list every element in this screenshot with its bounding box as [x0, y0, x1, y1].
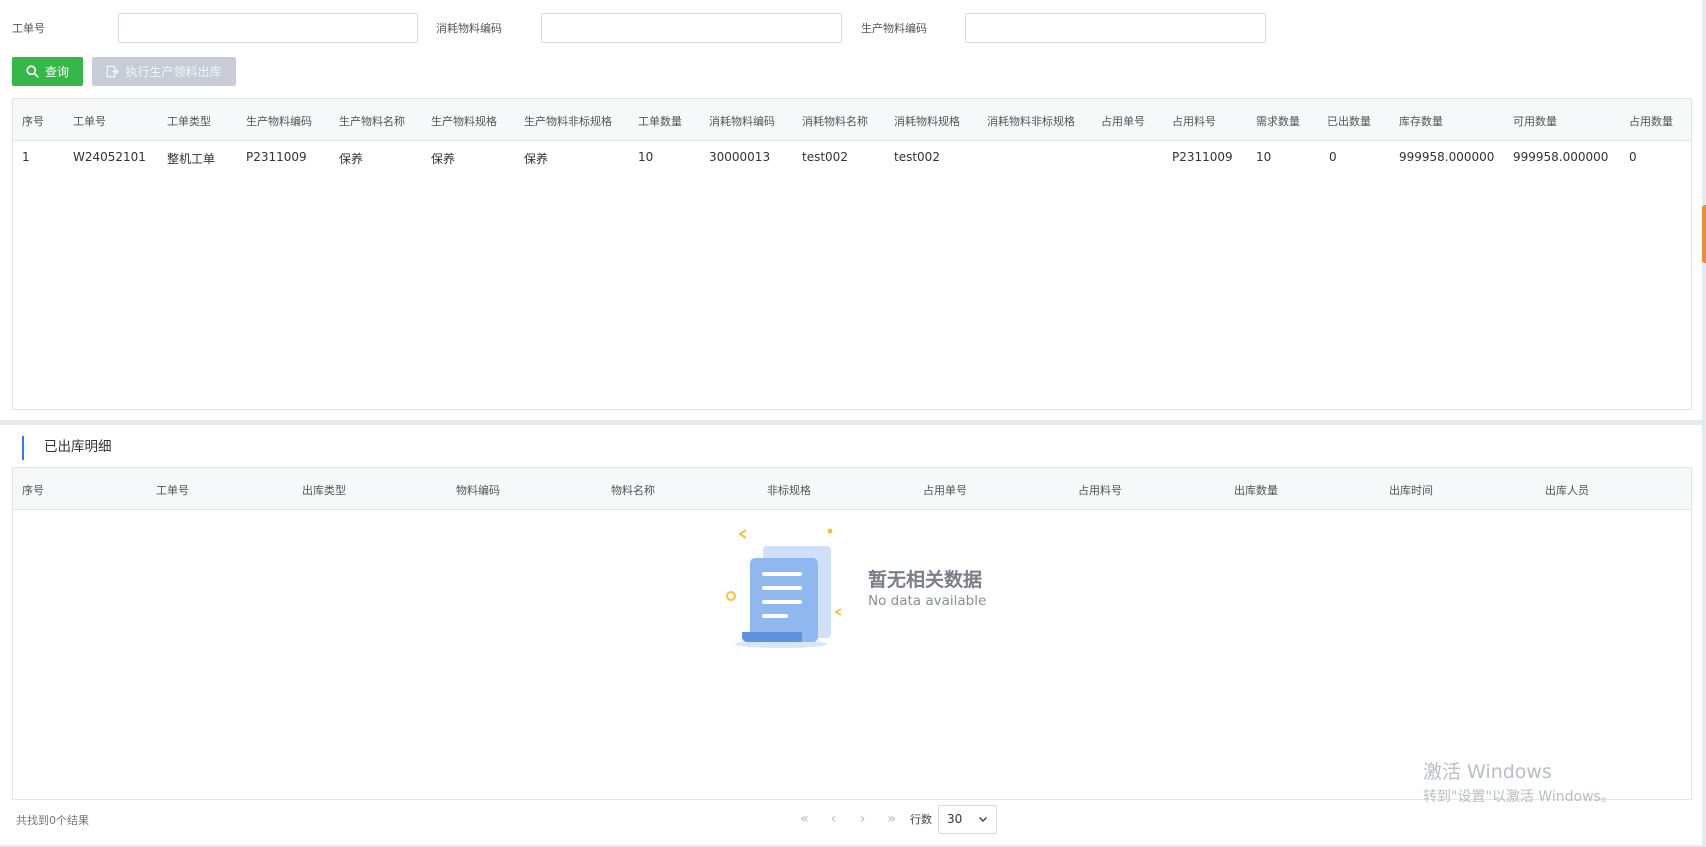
- consume-code-label: 消耗物料编码: [436, 22, 502, 35]
- col-header: 工单号: [156, 484, 189, 497]
- cell-issued-qty: 0: [1329, 150, 1337, 164]
- cell-stock-qty: 999958.000000: [1399, 150, 1495, 164]
- cell-produce-name: 保养: [339, 152, 364, 166]
- col-header: 消耗物料规格: [894, 115, 960, 128]
- pager: « ‹ › » 行数 30: [790, 804, 997, 834]
- outbound-detail-table-header: 序号 工单号 出库类型 物料编码 物料名称 非标规格 占用单号 占用料号 出库数…: [13, 468, 1691, 510]
- col-header: 消耗物料编码: [709, 115, 775, 128]
- cell-occupied-qty: 0: [1629, 150, 1637, 164]
- execute-outbound-button[interactable]: 执行生产领料出库: [92, 57, 236, 86]
- col-header: 出库时间: [1389, 484, 1433, 497]
- col-header: 已出数量: [1327, 115, 1371, 128]
- col-header: 生产物料编码: [246, 115, 312, 128]
- col-header: 序号: [22, 115, 44, 128]
- col-header: 生产物料非标规格: [524, 115, 612, 128]
- pagination-bar: 共找到0个结果 « ‹ › » 行数 30: [0, 800, 1702, 845]
- cell-available-qty: 999958.000000: [1513, 150, 1609, 164]
- table-row[interactable]: 1 W24052101 整机工单 P2311009 保养 保养 保养 10 30…: [13, 141, 1691, 171]
- cell-produce-nonstd-spec: 保养: [524, 152, 549, 166]
- cell-occupy-part: P2311009: [1172, 150, 1233, 164]
- col-header: 工单类型: [167, 115, 211, 128]
- col-header: 占用数量: [1629, 115, 1673, 128]
- col-header: 出库数量: [1234, 484, 1278, 497]
- cell-produce-spec: 保养: [431, 152, 456, 166]
- exit-icon: [107, 65, 120, 78]
- col-header: 序号: [22, 484, 44, 497]
- work-order-table-header: 序号 工单号 工单类型 生产物料编码 生产物料名称 生产物料规格 生产物料非标规…: [13, 99, 1691, 141]
- execute-outbound-label: 执行生产领料出库: [125, 65, 222, 79]
- empty-document-icon: [726, 528, 842, 648]
- query-button-label: 查询: [44, 65, 69, 79]
- produce-code-input[interactable]: [965, 13, 1266, 43]
- col-header: 非标规格: [767, 484, 811, 497]
- col-header: 工单号: [73, 115, 106, 128]
- filter-row: 工单号 消耗物料编码 生产物料编码: [0, 13, 1300, 43]
- first-page-button[interactable]: «: [790, 805, 819, 834]
- query-panel: 工单号 消耗物料编码 生产物料编码 查询 执行生产领料出库 序号 工单号 工单类…: [0, 0, 1702, 420]
- col-header: 占用单号: [1101, 115, 1145, 128]
- windows-activation-watermark: 激活 Windows 转到"设置"以激活 Windows。: [1423, 757, 1615, 806]
- search-icon: [26, 65, 39, 78]
- col-header: 消耗物料名称: [802, 115, 868, 128]
- next-page-button[interactable]: ›: [848, 805, 877, 834]
- empty-state: 暂无相关数据 No data available: [700, 520, 1000, 655]
- query-button[interactable]: 查询: [12, 57, 83, 86]
- col-header: 可用数量: [1513, 115, 1557, 128]
- col-header: 出库人员: [1545, 484, 1589, 497]
- col-header: 消耗物料非标规格: [987, 115, 1075, 128]
- watermark-subtitle: 转到"设置"以激活 Windows。: [1423, 789, 1615, 805]
- cell-work-order-qty: 10: [638, 150, 654, 164]
- empty-state-title: 暂无相关数据: [868, 569, 983, 591]
- col-header: 占用料号: [1078, 484, 1122, 497]
- col-header: 库存数量: [1399, 115, 1443, 128]
- col-header: 占用料号: [1172, 115, 1216, 128]
- work-order-table: 序号 工单号 工单类型 生产物料编码 生产物料名称 生产物料规格 生产物料非标规…: [12, 98, 1692, 410]
- col-header: 需求数量: [1256, 115, 1300, 128]
- rows-per-page-select[interactable]: 30: [938, 804, 997, 834]
- rows-per-page-label: 行数: [910, 813, 932, 826]
- work-order-label: 工单号: [12, 22, 45, 35]
- cell-produce-code: P2311009: [246, 150, 307, 164]
- result-count: 共找到0个结果: [16, 814, 89, 827]
- col-header: 工单数量: [638, 115, 682, 128]
- section-title: 已出库明细: [22, 436, 112, 460]
- rows-per-page-value: 30: [947, 812, 963, 826]
- cell-consume-spec: test002: [894, 150, 940, 164]
- cell-work-order: W24052101: [73, 150, 146, 164]
- last-page-button[interactable]: »: [877, 805, 906, 834]
- chevron-down-icon: [979, 817, 987, 822]
- cell-work-order-type: 整机工单: [167, 152, 216, 166]
- col-header: 生产物料名称: [339, 115, 405, 128]
- consume-code-input[interactable]: [541, 13, 842, 43]
- cell-consume-code: 30000013: [709, 150, 771, 164]
- watermark-title: 激活 Windows: [1423, 761, 1552, 783]
- produce-code-label: 生产物料编码: [861, 22, 927, 35]
- cell-consume-name: test002: [802, 150, 848, 164]
- col-header: 物料名称: [611, 484, 655, 497]
- empty-state-subtitle: No data available: [868, 593, 987, 609]
- cell-demand-qty: 10: [1256, 150, 1272, 164]
- side-drawer-tab[interactable]: [1702, 205, 1706, 263]
- work-order-input[interactable]: [118, 13, 418, 43]
- col-header: 物料编码: [456, 484, 500, 497]
- col-header: 占用单号: [923, 484, 967, 497]
- col-header: 生产物料规格: [431, 115, 497, 128]
- cell-index: 1: [22, 150, 30, 164]
- col-header: 出库类型: [302, 484, 346, 497]
- prev-page-button[interactable]: ‹: [819, 805, 848, 834]
